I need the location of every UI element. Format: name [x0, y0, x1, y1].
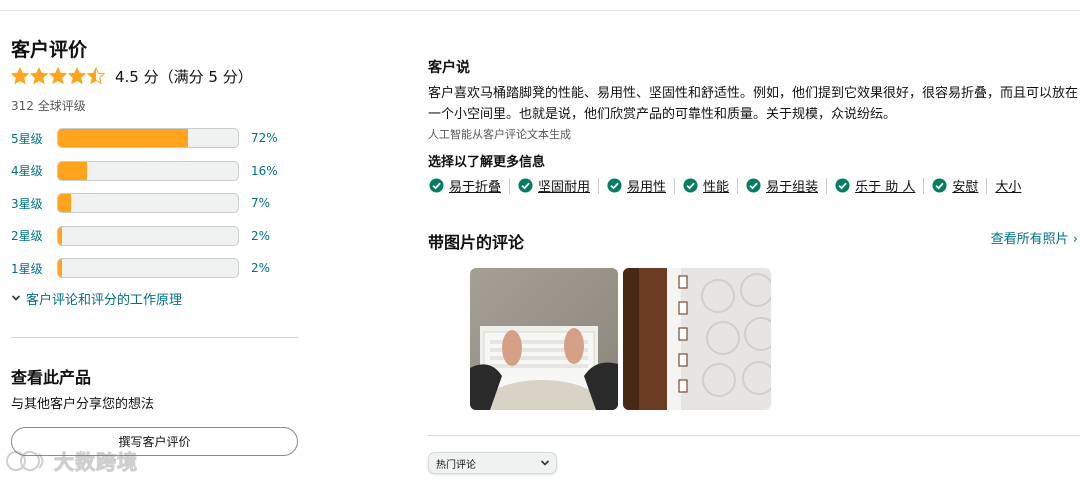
right-divider [428, 435, 1080, 436]
histogram-bar[interactable] [57, 128, 239, 149]
chip-separator [509, 177, 511, 194]
histogram-bar-fill [58, 129, 188, 148]
aspect-chip[interactable]: 坚固耐用 [518, 176, 590, 195]
histogram-bar-fill [58, 226, 62, 245]
histogram-bar[interactable] [57, 160, 239, 181]
histogram-row[interactable]: 1星级 2% [11, 252, 298, 285]
watermark-text: 大数跨境 [54, 450, 138, 475]
aspect-chip-label: 易用性 [627, 180, 667, 195]
chip-separator [986, 177, 988, 194]
aspect-chip[interactable]: 大小 [995, 176, 1021, 195]
aspect-chip[interactable]: 安慰 [932, 176, 978, 195]
histogram-star-label[interactable]: 3星级 [11, 195, 57, 212]
aspect-chip[interactable]: 易于组装 [746, 176, 818, 195]
ai-generated-note: 人工智能从客户评论文本生成 [428, 128, 571, 141]
customers-say-heading: 客户说 [428, 60, 470, 76]
check-circle-icon [746, 178, 761, 193]
rating-histogram: 5星级 72% 4星级 16% 3星级 7% 2星级 2% 1星级 2% [11, 122, 298, 285]
sort-reviews-select[interactable]: 热门评论 [428, 452, 557, 474]
review-product-subtext: 与其他客户分享您的想法 [11, 397, 155, 412]
star-rating [11, 67, 105, 85]
star-full-icon [49, 67, 67, 85]
learn-more-heading: 选择以了解更多信息 [428, 155, 546, 170]
average-rating-text: 4.5 分（满分 5 分） [115, 67, 253, 86]
average-rating-row[interactable]: 4.5 分（满分 5 分） [11, 65, 298, 87]
histogram-bar[interactable] [57, 225, 239, 246]
histogram-row[interactable]: 5星级 72% [11, 122, 298, 155]
histogram-bar-fill [58, 259, 62, 278]
sort-reviews-value: 热门评论 [436, 459, 476, 471]
aspect-chip[interactable]: 易于折叠 [429, 176, 501, 195]
check-circle-icon [607, 178, 622, 193]
check-circle-icon [683, 178, 698, 193]
histogram-percent[interactable]: 2% [251, 261, 270, 275]
histogram-star-label[interactable]: 1星级 [11, 260, 57, 277]
review-photo[interactable] [470, 268, 618, 410]
watermark-logo-icon [6, 450, 44, 471]
chip-separator [826, 177, 828, 194]
review-photo-image [623, 268, 771, 410]
histogram-star-label[interactable]: 4星级 [11, 162, 57, 179]
check-circle-icon [518, 178, 533, 193]
chip-separator [674, 177, 676, 194]
histogram-bar-fill [58, 194, 71, 213]
histogram-row[interactable]: 4星级 16% [11, 155, 298, 188]
total-ratings: 312 全球评级 [11, 99, 86, 113]
histogram-percent[interactable]: 7% [251, 196, 270, 210]
histogram-bar-fill [58, 161, 87, 180]
check-circle-icon [932, 178, 947, 193]
histogram-percent[interactable]: 2% [251, 229, 270, 243]
customer-reviews-heading: 客户评价 [11, 39, 88, 61]
star-full-icon [11, 67, 29, 85]
aspect-chip[interactable]: 易用性 [607, 176, 666, 195]
chip-separator [737, 177, 739, 194]
histogram-row[interactable]: 3星级 7% [11, 187, 298, 220]
see-all-photos-link[interactable]: 查看所有照片 › [991, 228, 1078, 247]
chip-separator [923, 177, 925, 194]
aspect-chip-label: 大小 [995, 180, 1022, 195]
star-half-icon [87, 67, 105, 85]
aspect-chip[interactable]: 乐于 助 人 [835, 176, 915, 195]
check-circle-icon [835, 178, 850, 193]
histogram-bar[interactable] [57, 258, 239, 279]
how-ratings-work-link[interactable]: 客户评论和评分的工作原理 [11, 289, 298, 308]
aspect-chip-label: 易于折叠 [449, 180, 502, 195]
histogram-percent[interactable]: 16% [251, 164, 278, 178]
chevron-down-icon [11, 295, 21, 301]
chevron-down-icon [540, 460, 550, 466]
reviews-with-images-heading: 带图片的评论 [428, 233, 525, 252]
histogram-bar[interactable] [57, 193, 239, 214]
histogram-star-label[interactable]: 2星级 [11, 227, 57, 244]
histogram-star-label[interactable]: 5星级 [11, 130, 57, 147]
top-divider [0, 10, 1080, 11]
histogram-percent[interactable]: 72% [251, 131, 278, 145]
watermark: 大数跨境 [6, 446, 138, 475]
how-ratings-work-label: 客户评论和评分的工作原理 [26, 292, 183, 308]
star-full-icon [30, 67, 48, 85]
aspect-chip-label: 坚固耐用 [538, 180, 591, 195]
aspect-chips: 易于折叠 坚固耐用 易用性 性能 易于组装 乐于 助 人 安慰 大小 [429, 176, 1021, 195]
ratings-summary: 客户评价 4.5 分（满分 5 分） 312 全球评级 5星级 72% 4星级 16%… [11, 38, 298, 308]
check-circle-icon [429, 178, 444, 193]
review-photo-image [470, 268, 618, 410]
review-photo[interactable] [623, 268, 771, 410]
aspect-chip-label: 性能 [703, 180, 730, 195]
aspect-chip-label: 易于组装 [766, 180, 819, 195]
review-product-heading: 查看此产品 [11, 368, 92, 387]
aspect-chip[interactable]: 性能 [683, 176, 729, 195]
chip-separator [598, 177, 600, 194]
histogram-row[interactable]: 2星级 2% [11, 220, 298, 253]
customers-say-summary: 客户喜欢马桶踏脚凳的性能、易用性、坚固性和舒适性。例如，他们提到它效果很好，很容… [428, 86, 1079, 122]
left-divider [11, 337, 298, 338]
aspect-chip-label: 安慰 [952, 180, 979, 195]
star-full-icon [68, 67, 86, 85]
aspect-chip-label: 乐于 助 人 [855, 180, 916, 195]
